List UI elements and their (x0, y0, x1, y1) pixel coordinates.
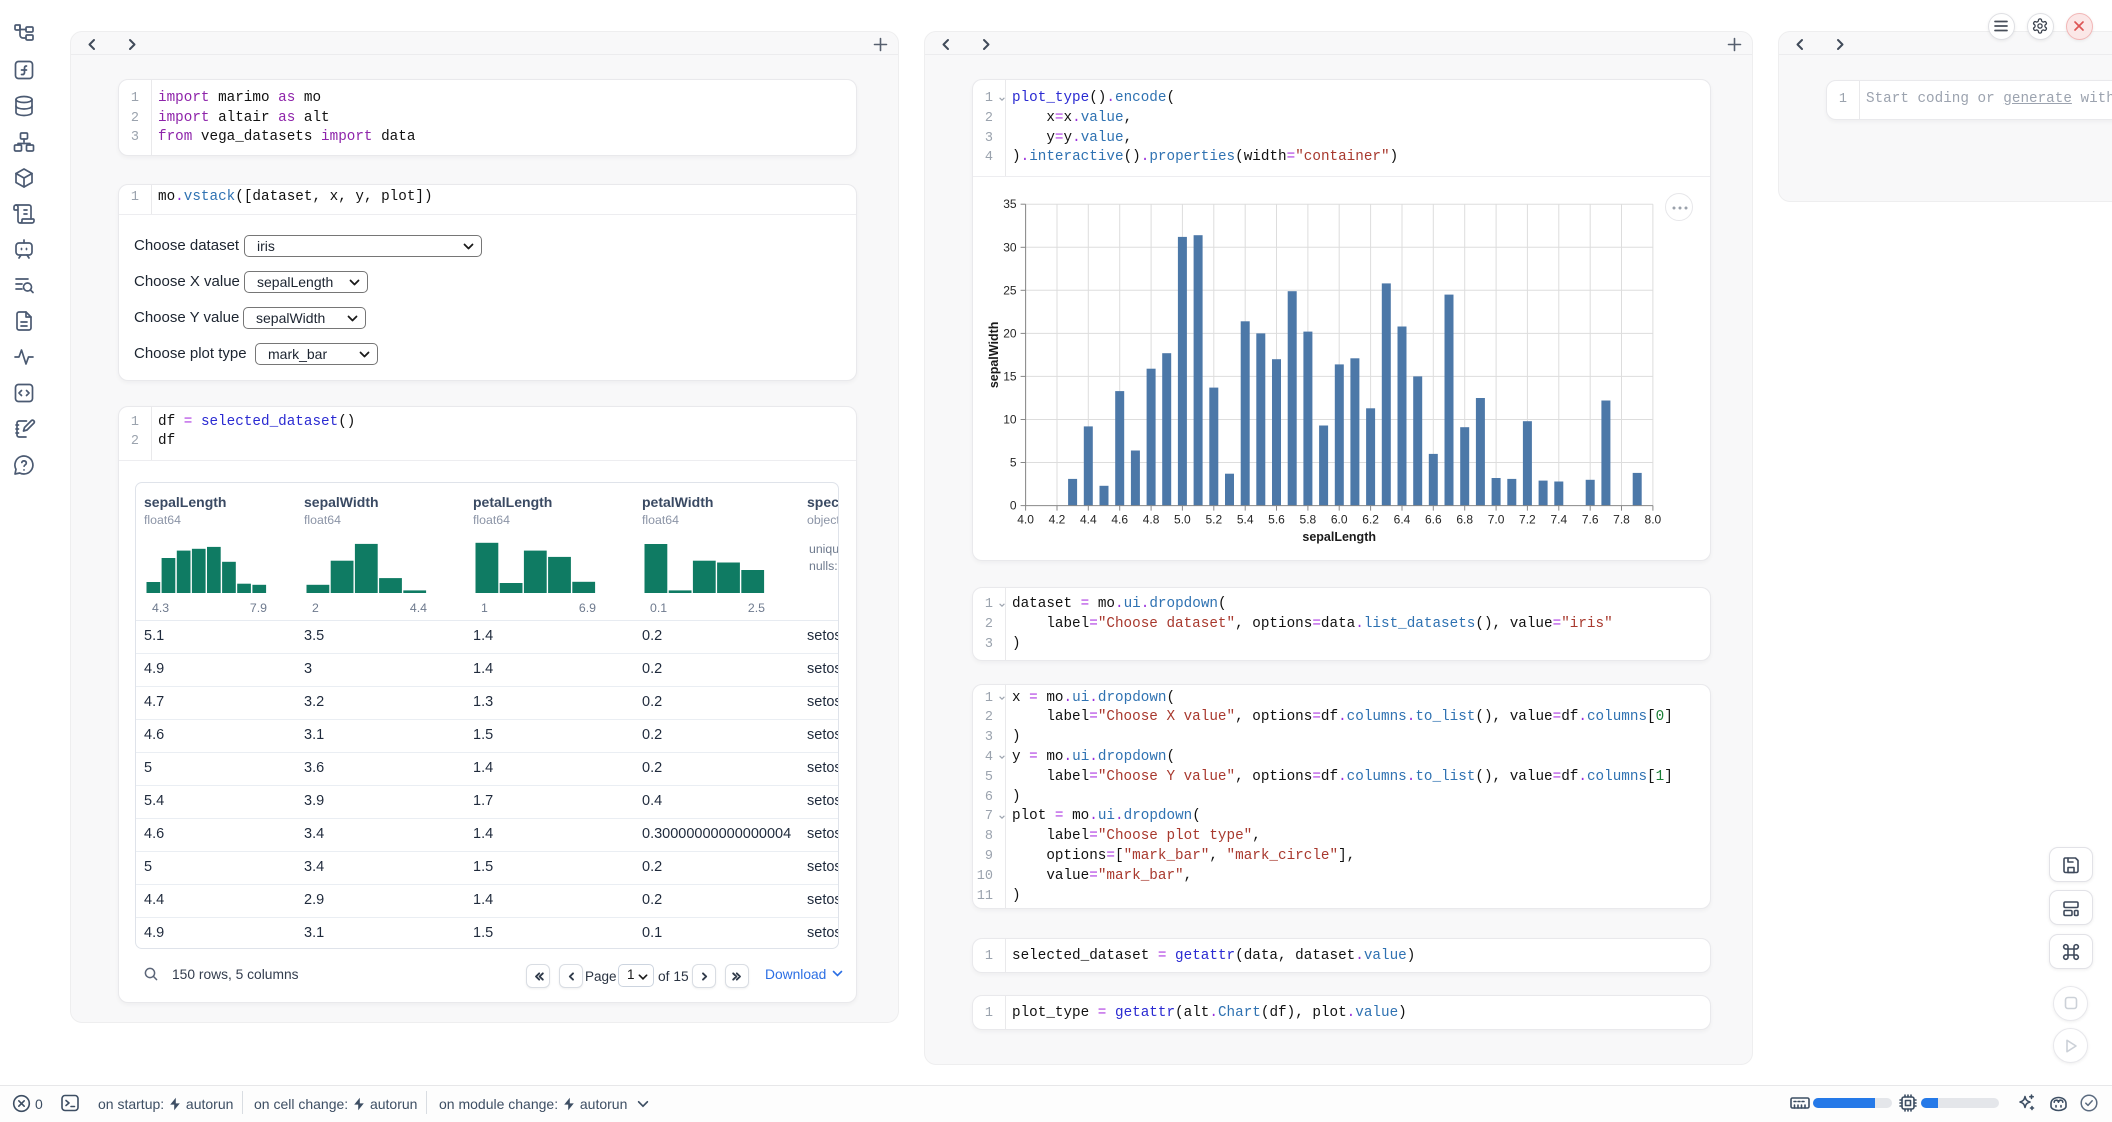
svg-text:5.8: 5.8 (1300, 513, 1317, 527)
svg-text:7.6: 7.6 (1582, 513, 1599, 527)
svg-text:7.2: 7.2 (1519, 513, 1536, 527)
svg-text:5.2: 5.2 (1205, 513, 1222, 527)
svg-text:5: 5 (1010, 456, 1017, 470)
svg-text:4.4: 4.4 (1080, 513, 1097, 527)
svg-text:4.0: 4.0 (1017, 513, 1034, 527)
svg-text:6.4: 6.4 (1394, 513, 1411, 527)
svg-text:5.4: 5.4 (1237, 513, 1254, 527)
svg-text:6.2: 6.2 (1362, 513, 1379, 527)
svg-text:4.6: 4.6 (1111, 513, 1128, 527)
svg-text:0: 0 (1010, 499, 1017, 513)
svg-text:20: 20 (1003, 326, 1017, 340)
svg-text:6.8: 6.8 (1456, 513, 1473, 527)
svg-text:25: 25 (1003, 283, 1017, 297)
svg-text:7.4: 7.4 (1550, 513, 1567, 527)
svg-text:5.0: 5.0 (1174, 513, 1191, 527)
svg-text:6.0: 6.0 (1331, 513, 1348, 527)
svg-text:10: 10 (1003, 413, 1017, 427)
svg-text:4.2: 4.2 (1049, 513, 1066, 527)
svg-text:30: 30 (1003, 240, 1017, 254)
svg-text:sepalLength: sepalLength (1302, 530, 1376, 544)
svg-text:15: 15 (1003, 369, 1017, 383)
svg-text:7.0: 7.0 (1488, 513, 1505, 527)
svg-text:4.8: 4.8 (1143, 513, 1160, 527)
svg-text:5.6: 5.6 (1268, 513, 1285, 527)
svg-text:sepalWidth: sepalWidth (987, 322, 1001, 389)
svg-text:6.6: 6.6 (1425, 513, 1442, 527)
svg-text:7.8: 7.8 (1613, 513, 1630, 527)
svg-text:35: 35 (1003, 197, 1017, 211)
svg-text:8.0: 8.0 (1645, 513, 1662, 527)
